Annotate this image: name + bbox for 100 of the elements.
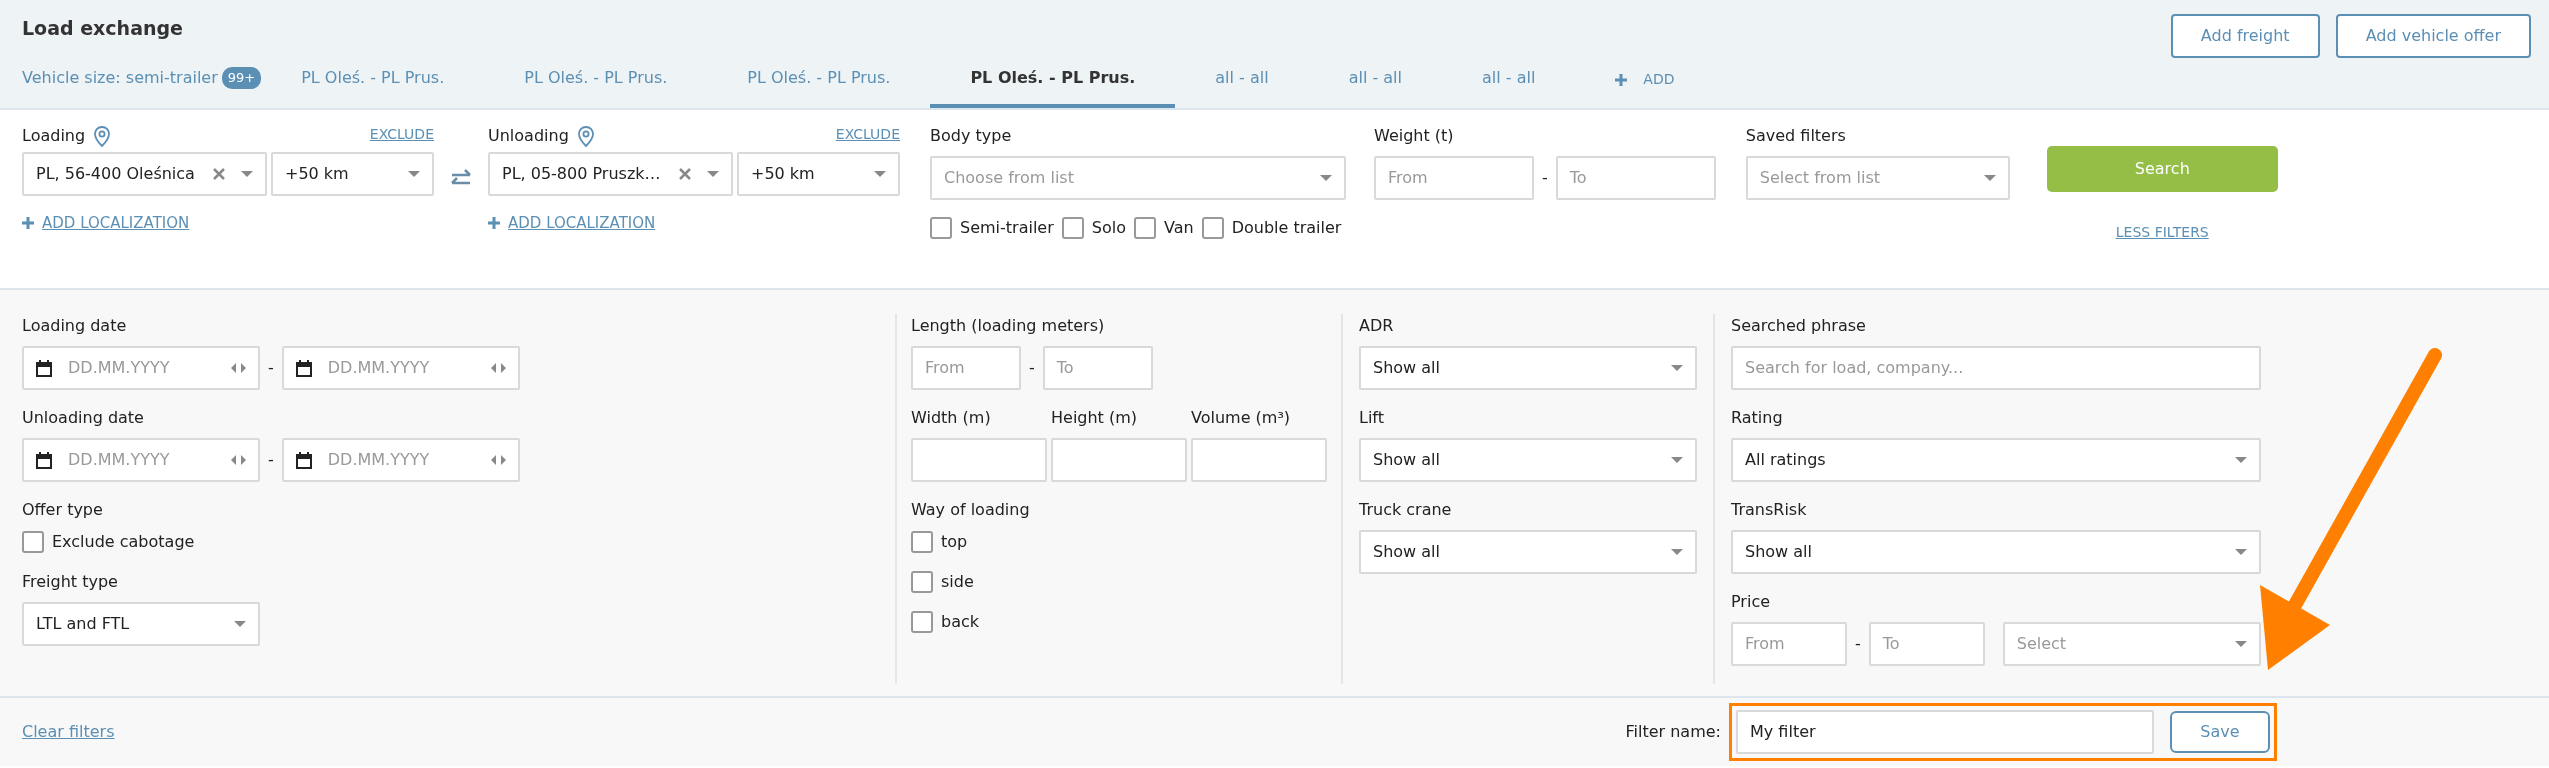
input-field[interactable]: From: [1374, 156, 1534, 200]
plus-icon: [22, 217, 34, 230]
less-filters-link[interactable]: LESS FILTERS: [2115, 222, 2209, 243]
location-pin-icon: [576, 125, 595, 147]
field-label: Searched phrase: [1731, 315, 1867, 337]
dropdown[interactable]: +50 km: [737, 152, 900, 196]
tab[interactable]: PL Oleś. - PL Prus.: [930, 66, 1176, 108]
dropdown[interactable]: Show all: [1359, 346, 1697, 390]
checkbox-option[interactable]: back: [911, 610, 1327, 634]
date-field[interactable]: DD.MM.YYYY: [281, 438, 520, 482]
location-pin-icon: [93, 125, 112, 147]
dropdown[interactable]: LTL and FTL: [22, 602, 260, 646]
field-label: Volume (m³): [1191, 407, 1292, 429]
caret-icon: [408, 171, 420, 177]
exclude-link[interactable]: EXCLUDE: [835, 124, 900, 145]
input-field[interactable]: From: [911, 346, 1021, 390]
dropdown[interactable]: +50 km: [271, 152, 434, 196]
dropdown[interactable]: All ratings: [1731, 438, 2261, 482]
caret-icon: [1671, 365, 1683, 371]
plus-icon: [488, 217, 500, 230]
add-localization-link[interactable]: ADD LOCALIZATION: [488, 212, 900, 235]
input-field[interactable]: [1051, 438, 1187, 482]
field-label: Loading: [22, 125, 86, 147]
field-label: Freight type: [22, 571, 119, 593]
input-field[interactable]: [1191, 438, 1327, 482]
field-label: ADR: [1359, 315, 1395, 337]
dropdown[interactable]: PL, 56-400 Oleśnica: [22, 152, 267, 196]
caret-icon: [234, 621, 246, 627]
input-field[interactable]: To: [1555, 156, 1716, 200]
checkbox-option[interactable]: side: [911, 570, 1327, 594]
caret-icon: [241, 171, 253, 177]
caret-icon: [1671, 457, 1683, 463]
input-field[interactable]: To: [1868, 622, 1985, 666]
calendar-icon: [295, 359, 312, 377]
add-localization-link[interactable]: ADD LOCALIZATION: [22, 212, 434, 235]
range-separator: -: [1028, 357, 1036, 379]
checkbox-option[interactable]: Exclude cabotage: [22, 530, 895, 554]
exclude-link[interactable]: EXCLUDE: [369, 124, 434, 145]
caret-icon: [874, 171, 886, 177]
field-label: Loading date: [22, 315, 128, 337]
input-field[interactable]: My filter: [1736, 710, 2154, 754]
date-field[interactable]: DD.MM.YYYY: [281, 346, 520, 390]
tab[interactable]: Vehicle size: semi-trailer 99+: [0, 66, 262, 108]
search-button[interactable]: Search: [2046, 146, 2278, 192]
plus-icon: [1615, 73, 1628, 86]
field-label: Price: [1731, 591, 1772, 613]
field-label: Rating: [1731, 407, 1784, 429]
field-label: Body type: [930, 125, 1013, 147]
tab[interactable]: all - all: [1175, 66, 1309, 108]
field-label: Saved filters: [1745, 125, 1847, 147]
input-field[interactable]: From: [1731, 622, 1847, 666]
range-separator: -: [267, 449, 275, 471]
range-separator: -: [267, 357, 275, 379]
clear-icon: [213, 168, 225, 180]
input-field[interactable]: [911, 438, 1047, 482]
field-label: Height (m): [1051, 407, 1139, 429]
clear-filters-link[interactable]: Clear filters: [22, 720, 1626, 744]
stepper-arrows-icon: [231, 455, 246, 465]
header-button[interactable]: Add freight: [2170, 14, 2320, 58]
checkbox-option[interactable]: Van: [1133, 216, 1194, 240]
date-field[interactable]: DD.MM.YYYY: [22, 438, 260, 482]
search-field[interactable]: Search for load, company...: [1731, 346, 2261, 390]
dropdown[interactable]: Show all: [1731, 530, 2261, 574]
range-separator: -: [1541, 167, 1549, 189]
stepper-arrows-icon: [490, 363, 506, 373]
checkbox-option[interactable]: Semi-trailer: [930, 216, 1054, 240]
field-label: Way of loading: [911, 499, 1031, 521]
dropdown[interactable]: Select from list: [1745, 156, 2010, 200]
caret-icon: [1320, 175, 1332, 181]
dropdown[interactable]: PL, 05-800 Pruszk…: [488, 152, 733, 196]
dropdown[interactable]: Show all: [1359, 438, 1697, 482]
tab[interactable]: PL Oleś. - PL Prus.: [707, 66, 931, 108]
calendar-icon: [295, 451, 312, 469]
caret-icon: [1983, 175, 1996, 181]
tab[interactable]: PL Oleś. - PL Prus.: [261, 66, 485, 108]
add-tab-button[interactable]: ADD: [1575, 69, 1715, 108]
field-label: Filter name:: [1625, 721, 1721, 743]
count-badge: 99+: [221, 67, 262, 89]
date-field[interactable]: DD.MM.YYYY: [22, 346, 260, 390]
calendar-icon: [36, 359, 52, 377]
field-label: Offer type: [22, 499, 104, 521]
dropdown[interactable]: Choose from list: [930, 156, 1346, 200]
save-button[interactable]: Save: [2170, 711, 2270, 753]
caret-icon: [707, 171, 719, 177]
header-button[interactable]: Add vehicle offer: [2335, 14, 2531, 58]
caret-icon: [1671, 549, 1683, 555]
field-label: TransRisk: [1731, 499, 1808, 521]
tab[interactable]: all - all: [1308, 66, 1442, 108]
swap-arrows-icon: [450, 168, 472, 186]
dropdown[interactable]: Show all: [1359, 530, 1697, 574]
stepper-arrows-icon: [231, 363, 246, 373]
calendar-icon: [36, 451, 52, 469]
checkbox-option[interactable]: top: [911, 530, 1327, 554]
checkbox-option[interactable]: Double trailer: [1201, 216, 1342, 240]
page-title: Load exchange: [22, 16, 183, 41]
dropdown[interactable]: Select: [2002, 622, 2261, 666]
checkbox-option[interactable]: Solo: [1061, 216, 1126, 240]
tab[interactable]: PL Oleś. - PL Prus.: [484, 66, 708, 108]
input-field[interactable]: To: [1042, 346, 1153, 390]
tab[interactable]: all - all: [1442, 66, 1576, 108]
